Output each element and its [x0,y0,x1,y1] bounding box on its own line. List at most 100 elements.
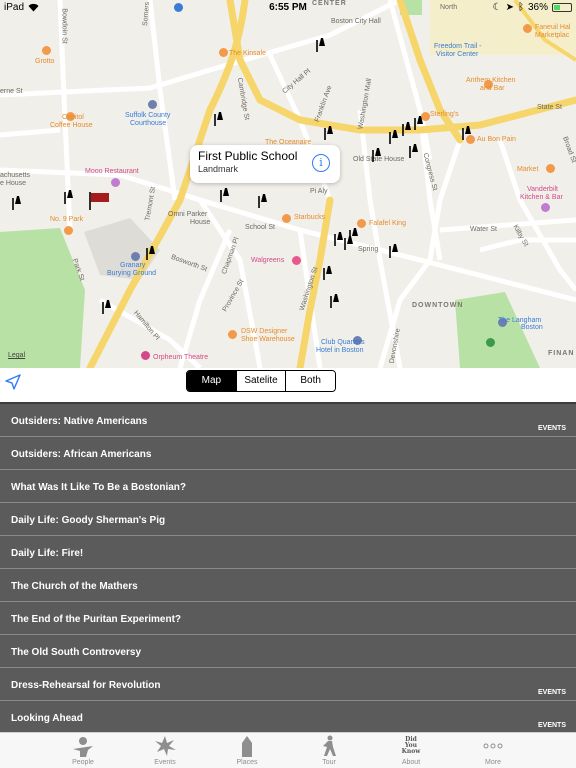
park-poi-icon[interactable] [486,338,495,347]
battery-icon [552,3,572,12]
map-label-freedom-trail: Freedom Trail - [434,43,482,50]
restaurant-poi-icon[interactable] [219,48,228,57]
map-label-vanderbilt-2: Kitchen & Bar [520,194,563,201]
map-label-finan: FINAN [548,350,575,357]
tab-label: Places [236,759,258,766]
map-label-orpheum: Orpheum Theatre [153,354,209,361]
list-item[interactable]: Dress-Rehearsal for Revolution EVENTS [0,668,576,701]
map-label-walgreens: Walgreens [251,257,285,264]
map-controls: Map Satelite Both [0,368,576,398]
cafe-poi-icon[interactable] [466,135,475,144]
segment-satellite[interactable]: Satelite [236,371,287,391]
map-label-faneuil-1: Faneuil Hal [535,24,571,31]
hotel-poi-icon[interactable] [523,24,532,33]
list-item[interactable]: Outsiders: African Americans [0,437,576,470]
info-icon[interactable]: i [312,154,330,172]
list-item-label: Daily Life: Goody Sherman's Pig [11,515,166,526]
cafe-poi-icon[interactable] [282,214,291,223]
list-item[interactable]: Daily Life: Goody Sherman's Pig [0,503,576,536]
map-label-langham-2: Boston [521,324,543,331]
segment-map[interactable]: Map [187,371,237,391]
map-label-water-st: Water St [470,226,497,233]
tab-label: More [485,759,501,766]
map-label-dsw-1: DSW Designer [241,328,288,335]
shop-poi-icon[interactable] [228,330,237,339]
list-item[interactable]: Outsiders: Native Americans EVENTS [0,404,576,437]
list-item[interactable]: What Was It Like To Be a Bostonian? [0,470,576,503]
list-item-label: Daily Life: Fire! [11,548,84,559]
location-arrow-icon[interactable] [4,373,22,391]
map-label-omni-1: Omni Parker [168,211,208,218]
map-label-dsw-2: Shoe Warehouse [241,336,295,343]
list-item-label: Outsiders: African Americans [11,449,152,460]
tab-about[interactable]: Did You Know About [390,733,432,768]
landmark-poi-icon[interactable] [131,252,140,261]
map-label-erne-st: erne St [0,88,23,95]
map-graphics [0,0,576,368]
map-label-chusetts-1: achusetts [0,172,30,179]
list-item-label: Dress-Rehearsal for Revolution [11,680,161,691]
tab-places[interactable]: Places [226,733,268,768]
map-label-downtown: DOWNTOWN [412,302,464,309]
list-item[interactable]: The End of the Puritan Experiment? [0,602,576,635]
map-label-granary-1: Granary [120,262,146,269]
restaurant-poi-icon[interactable] [421,112,430,121]
map-label-market: Market [517,166,539,173]
moon-icon: ☾ [492,2,502,13]
list-item-label: What Was It Like To Be a Bostonian? [11,482,187,493]
map-label-no9: No. 9 Park [50,216,84,223]
list-item[interactable]: Daily Life: Fire! [0,536,576,569]
map-label-pi-aly: Pi Aly [310,188,328,195]
list-item-label: Outsiders: Native Americans [11,416,148,427]
list-item[interactable]: The Church of the Mathers [0,569,576,602]
map-label-club-2: Hotel in Boston [316,347,364,354]
status-time: 6:55 PM [269,2,307,13]
list-item[interactable]: The Old South Controversy [0,635,576,668]
tab-more[interactable]: More [472,733,514,768]
tab-events[interactable]: Events [144,733,186,768]
restaurant-poi-icon[interactable] [42,46,51,55]
places-icon [234,735,260,757]
map-label-vanderbilt-1: Vanderbilt [527,186,559,193]
bluetooth-icon: ᛒ [517,2,524,13]
pharmacy-poi-icon[interactable] [292,256,301,265]
map-label-capitol-1: Capitol [62,114,84,121]
map-callout[interactable]: First Public School Landmark i [190,145,340,183]
segment-both[interactable]: Both [286,371,335,391]
map-label-spring: Spring [358,246,379,253]
tab-label: Tour [322,759,336,766]
battery-percent: 36% [527,2,548,13]
map-label-old-state-house: Old State House [353,156,405,163]
list-item-label: The Old South Controversy [11,647,142,658]
map-label-chusetts-2: e House [0,180,27,187]
market-poi-icon[interactable] [546,164,555,173]
map-label-omni-2: House [190,219,211,226]
list-item-tag: EVENTS [537,425,566,432]
legal-link[interactable]: Legal [8,352,25,359]
list-item-label: Looking Ahead [11,713,83,724]
restaurant-poi-icon[interactable] [357,219,366,228]
tab-label: People [72,759,94,766]
list-item-tag: EVENTS [537,722,566,729]
topics-list: Outsiders: Native Americans EVENTS Outsi… [0,402,576,732]
map-label-capitol-2: Coffee House [50,122,93,129]
museum-poi-icon[interactable] [111,178,120,187]
tab-label: Events [154,759,176,766]
restaurant-poi-icon[interactable] [64,226,73,235]
list-item-tag: EVENTS [537,689,566,696]
theatre-poi-icon[interactable] [141,351,150,360]
shop-poi-icon[interactable] [541,203,550,212]
map-label-starbucks: Starbucks [294,214,326,221]
map-label-club-1: Club Quarters [321,339,365,346]
map-label-visitor-center: Visitor Center [436,51,479,58]
list-item[interactable]: Looking Ahead EVENTS [0,701,576,732]
tab-tour[interactable]: Tour [308,733,350,768]
map-label-au-bon-pain: Au Bon Pain [477,136,516,143]
map-label-sterlings: Sterling's [430,111,459,118]
government-poi-icon[interactable] [148,100,157,109]
tab-people[interactable]: People [62,733,104,768]
map-type-segmented-control[interactable]: Map Satelite Both [186,370,336,392]
map-label-suffolk-2: Courthouse [130,120,167,127]
map-view[interactable]: Grotto The Kinsale Boston City Hall Free… [0,0,576,368]
tab-bar: People Events Places Tour Did You Know A… [0,732,576,768]
